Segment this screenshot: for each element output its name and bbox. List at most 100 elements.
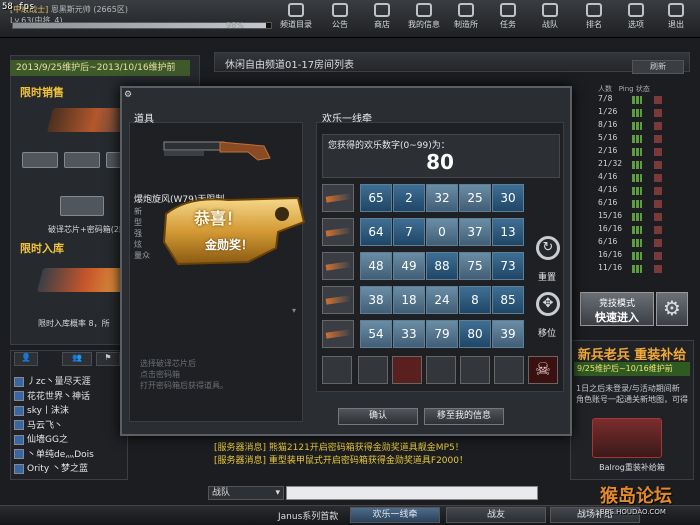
friend-row[interactable]: 丶单纯de灬Dois xyxy=(14,447,126,461)
friend-row[interactable]: 花花世界丶神话 xyxy=(14,389,126,403)
nav-workshop[interactable]: 制造所 xyxy=(446,3,486,35)
grid-number-cell[interactable]: 38 xyxy=(360,286,392,314)
room-row[interactable]: 6/16 xyxy=(574,237,690,250)
friend-row[interactable]: Ority 丶梦之蓝 xyxy=(14,461,126,475)
quick-join-button[interactable]: 竞技模式 快速进入 xyxy=(580,292,654,326)
room-row[interactable]: 16/16 xyxy=(574,224,690,237)
room-row[interactable]: 21/32 xyxy=(574,159,690,172)
skull-icon[interactable]: ☠ xyxy=(528,356,558,384)
grid-number-cell[interactable]: 0 xyxy=(426,218,458,246)
room-row[interactable]: 8/16 xyxy=(574,120,690,133)
reward-thumb[interactable] xyxy=(358,356,388,384)
weapon-thumb[interactable] xyxy=(322,320,354,348)
grid-number-cell[interactable]: 48 xyxy=(360,252,392,280)
reward-thumb[interactable] xyxy=(460,356,490,384)
grid-number-cell[interactable]: 39 xyxy=(492,320,524,348)
item-header: 道具 xyxy=(134,114,154,125)
nav-ranking[interactable]: 排名 xyxy=(574,3,614,35)
grid-number-cell[interactable]: 2 xyxy=(393,184,425,212)
nav-clan[interactable]: 战队 xyxy=(530,3,570,35)
grid-number-cell[interactable]: 79 xyxy=(426,320,458,348)
grid-number-cell[interactable]: 75 xyxy=(459,252,491,280)
weapon-thumb[interactable] xyxy=(322,218,354,246)
nav-shop[interactable]: 商店 xyxy=(362,3,402,35)
clan-flag-icon xyxy=(14,463,24,474)
player-name: 恩黑斯元帅 xyxy=(50,5,91,14)
grid-number-cell[interactable]: 25 xyxy=(459,184,491,212)
room-row[interactable]: 5/16 xyxy=(574,133,690,146)
grid-number-cell[interactable]: 37 xyxy=(459,218,491,246)
confirm-button[interactable]: 确认 xyxy=(338,408,418,425)
hint-text: 选择破译芯片后 点击密码箱 打开密码箱后获得道具。 xyxy=(140,359,228,390)
room-row[interactable]: 2/16 xyxy=(574,146,690,159)
grid-number-cell[interactable]: 7 xyxy=(393,218,425,246)
chat-channel-select[interactable]: 战队 ▾ xyxy=(208,486,284,500)
nav-my-info[interactable]: 我的信息 xyxy=(404,3,444,35)
room-row[interactable]: 15/16 xyxy=(574,211,690,224)
clan-flag-icon xyxy=(14,449,24,459)
clan-flag-icon xyxy=(14,434,24,445)
room-state-icon xyxy=(654,226,662,234)
weapon-thumb[interactable] xyxy=(322,252,354,280)
room-player-count: 6/16 xyxy=(598,198,618,207)
grid-number-cell[interactable]: 24 xyxy=(426,286,458,314)
grid-number-cell[interactable]: 73 xyxy=(492,252,524,280)
move-to-info-button[interactable]: 移至我的信息 xyxy=(424,408,504,425)
chip-thumb[interactable] xyxy=(22,152,58,168)
reset-icon[interactable]: ↻ xyxy=(536,236,560,260)
warehouse-label: 限时入库概率 8，所 xyxy=(38,319,110,328)
tab-clan[interactable]: ⚑ xyxy=(96,352,120,366)
nav-channel-list[interactable]: 频道目录 xyxy=(276,3,316,35)
room-settings-gear-icon[interactable]: ⚙ xyxy=(656,292,688,326)
friend-row[interactable]: 马云飞丶 xyxy=(14,418,126,432)
grid-number-cell[interactable]: 30 xyxy=(492,184,524,212)
tab-group[interactable]: 👥 xyxy=(62,352,92,366)
grid-number-cell[interactable]: 13 xyxy=(492,218,524,246)
tab-friends[interactable]: 👤 xyxy=(14,352,38,366)
shift-icon[interactable]: ✥ xyxy=(536,292,560,316)
room-player-count: 16/16 xyxy=(598,224,623,233)
friend-row[interactable]: 丿zc丶量尽天涯 xyxy=(14,374,126,388)
grid-number-cell[interactable]: 54 xyxy=(360,320,392,348)
room-row[interactable]: 1/26 xyxy=(574,107,690,120)
room-state-icon xyxy=(654,187,662,195)
room-player-count: 11/16 xyxy=(598,263,623,272)
scroll-down-icon[interactable]: ▾ xyxy=(292,306,296,315)
room-row[interactable]: 11/16 xyxy=(574,263,690,276)
room-row[interactable]: 16/16 xyxy=(574,250,690,263)
room-row[interactable]: 7/8 xyxy=(574,94,690,107)
room-row[interactable]: 4/16 xyxy=(574,172,690,185)
friend-row[interactable]: 仙墙GG之 xyxy=(14,432,126,446)
grid-number-cell[interactable]: 49 xyxy=(393,252,425,280)
nav-options[interactable]: 选项 xyxy=(616,3,656,35)
nav-exit[interactable]: 退出 xyxy=(656,3,696,35)
room-state-icon xyxy=(654,200,662,208)
supply-box-image[interactable] xyxy=(592,418,662,458)
refresh-button[interactable]: 刷新 xyxy=(632,60,684,74)
reward-thumb[interactable] xyxy=(322,356,352,384)
grid-number-cell[interactable]: 8 xyxy=(459,286,491,314)
weapon-thumb[interactable] xyxy=(322,184,354,212)
grid-number-cell[interactable]: 65 xyxy=(360,184,392,212)
room-row[interactable]: 6/16 xyxy=(574,198,690,211)
grid-number-cell[interactable]: 18 xyxy=(393,286,425,314)
grid-number-cell[interactable]: 88 xyxy=(426,252,458,280)
chat-input[interactable] xyxy=(286,486,538,500)
grid-number-cell[interactable]: 85 xyxy=(492,286,524,314)
grid-number-cell[interactable]: 80 xyxy=(459,320,491,348)
nav-mission[interactable]: 任务 xyxy=(488,3,528,35)
taskbar-active-button[interactable]: 欢乐一线牵 xyxy=(350,507,440,523)
reward-thumb[interactable] xyxy=(392,356,422,384)
room-row[interactable]: 4/16 xyxy=(574,185,690,198)
grid-number-cell[interactable]: 33 xyxy=(393,320,425,348)
friend-row[interactable]: sky丨沫沫 xyxy=(14,403,126,417)
reward-thumb[interactable] xyxy=(426,356,456,384)
nav-announcement[interactable]: 公告 xyxy=(320,3,360,35)
grid-number-cell[interactable]: 64 xyxy=(360,218,392,246)
chip-thumb[interactable] xyxy=(64,152,100,168)
crate-thumb[interactable] xyxy=(60,196,104,216)
grid-number-cell[interactable]: 32 xyxy=(426,184,458,212)
reward-thumb[interactable] xyxy=(494,356,524,384)
taskbar-friends-button[interactable]: 战友 xyxy=(446,507,546,523)
weapon-thumb[interactable] xyxy=(322,286,354,314)
